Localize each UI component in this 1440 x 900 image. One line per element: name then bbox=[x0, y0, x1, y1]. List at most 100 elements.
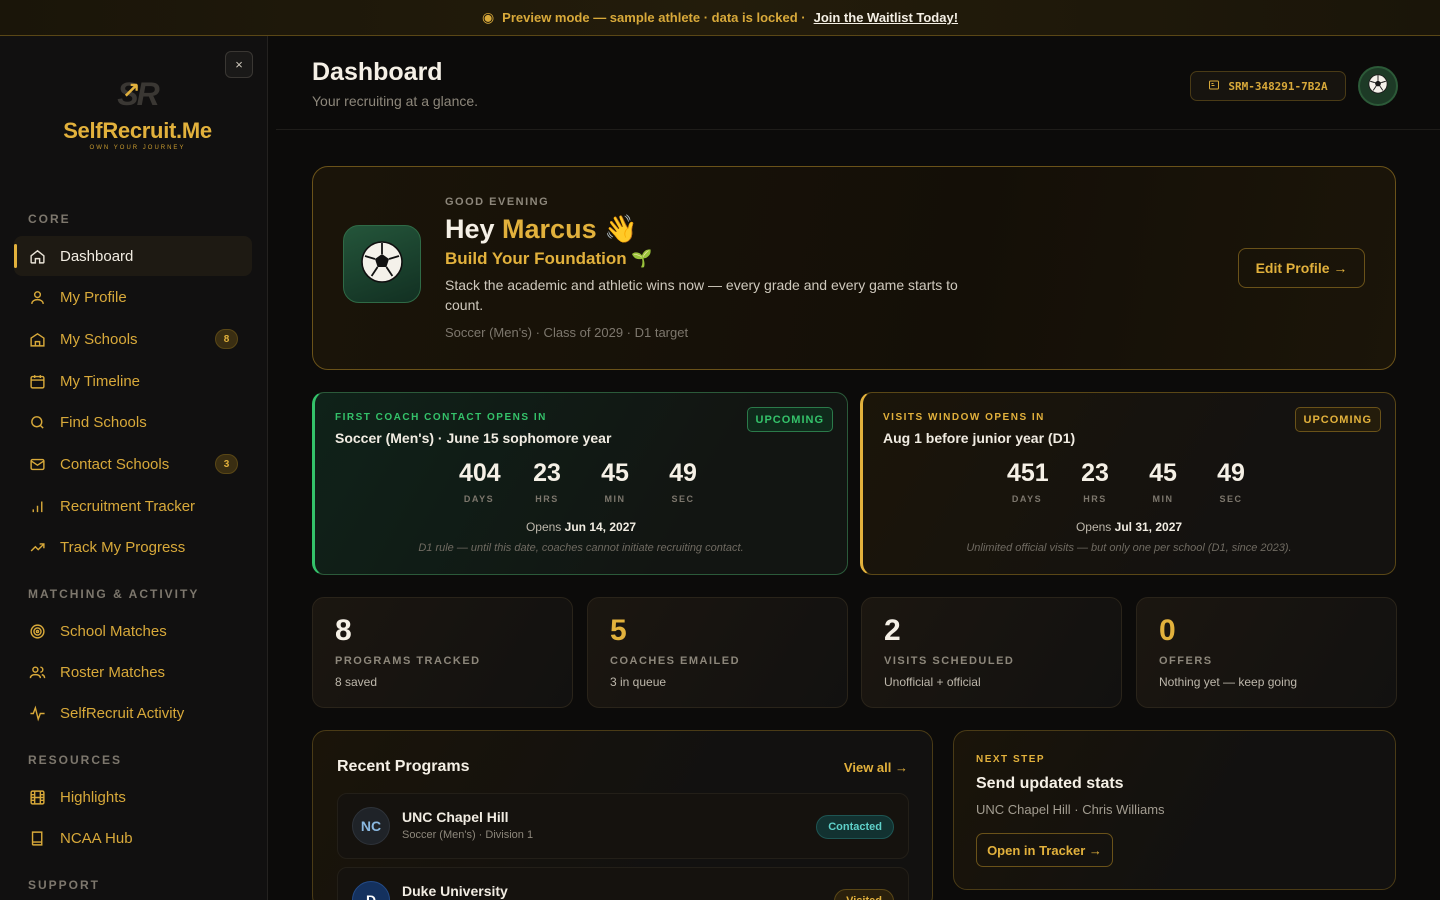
target-icon bbox=[28, 623, 46, 640]
recent-programs-title: Recent Programs bbox=[337, 758, 470, 775]
opens-date: Opens Jun 14, 2027 bbox=[525, 520, 637, 534]
view-all-link[interactable]: View all → bbox=[844, 760, 908, 775]
stat-value: 5 bbox=[610, 614, 627, 647]
soccer-ball-icon bbox=[1367, 73, 1389, 100]
stat-sub: 3 in queue bbox=[610, 675, 667, 689]
countdown-days: 451 DAYS bbox=[1007, 459, 1049, 504]
stat-programs-tracked[interactable]: 8 PROGRAMS TRACKED 8 saved bbox=[312, 597, 573, 708]
calendar-icon bbox=[28, 373, 46, 390]
sidebar-item-my-profile[interactable]: My Profile bbox=[14, 277, 252, 317]
stat-label: VISITS SCHEDULED bbox=[884, 655, 1015, 667]
countdown-hours: 23 HRS bbox=[533, 459, 561, 504]
sidebar-item-school-matches[interactable]: School Matches bbox=[14, 611, 252, 651]
sidebar-item-roster-matches[interactable]: Roster Matches bbox=[14, 652, 252, 692]
visits-window-countdown: VISITS WINDOW OPENS IN Aug 1 before juni… bbox=[860, 392, 1396, 575]
sidebar-item-find-schools[interactable]: Find Schools bbox=[14, 402, 252, 442]
section-support: SUPPORT bbox=[28, 878, 101, 892]
stat-label: COACHES EMAILED bbox=[610, 655, 741, 667]
close-sidebar-button[interactable]: × bbox=[225, 51, 253, 78]
status-badge: UPCOMING bbox=[1294, 407, 1381, 432]
brand-name: SelfRecruit.Me bbox=[63, 118, 212, 143]
program-name: Duke University bbox=[402, 883, 508, 899]
countdown-seconds: 49 SEC bbox=[669, 459, 697, 504]
table-row[interactable]: D Duke University Visited bbox=[337, 867, 909, 900]
stat-coaches-emailed[interactable]: 5 COACHES EMAILED 3 in queue bbox=[587, 597, 848, 708]
countdown-days: 404 DAYS bbox=[459, 459, 501, 504]
sidebar-item-my-schools[interactable]: My Schools 8 bbox=[14, 319, 252, 359]
brand-logo[interactable]: SR ↗ SelfRecruit.Me OWN YOUR JOURNEY bbox=[40, 76, 235, 160]
section-matching: MATCHING & ACTIVITY bbox=[28, 587, 200, 601]
sidebar-item-ncaa-hub[interactable]: NCAA Hub bbox=[14, 818, 252, 858]
runner-arrow-icon: ↗ bbox=[122, 78, 140, 103]
page-subtitle: Your recruiting at a glance. bbox=[312, 93, 479, 109]
countdown-minutes: 45 MIN bbox=[1149, 459, 1177, 504]
waitlist-link[interactable]: Join the Waitlist Today! bbox=[814, 10, 958, 25]
next-step-card: NEXT STEP Send updated stats UNC Chapel … bbox=[953, 730, 1396, 890]
pulse-icon bbox=[28, 704, 46, 722]
stat-label: OFFERS bbox=[1159, 655, 1213, 667]
section-core: CORE bbox=[28, 212, 71, 226]
brand-tagline: OWN YOUR JOURNEY bbox=[89, 145, 186, 151]
status-badge: Visited bbox=[834, 889, 894, 900]
user-avatar-button[interactable] bbox=[1358, 66, 1398, 106]
home-icon bbox=[28, 248, 46, 265]
welcome-card: GOOD EVENING Hey Marcus 👋 Build Your Fou… bbox=[312, 166, 1396, 370]
contact-count-badge: 3 bbox=[215, 454, 238, 474]
status-badge: UPCOMING bbox=[746, 407, 833, 432]
wave-icon: 👋 bbox=[604, 214, 638, 244]
next-step-label: NEXT STEP bbox=[976, 754, 1046, 765]
stat-value: 2 bbox=[884, 614, 901, 647]
trend-icon bbox=[28, 539, 46, 556]
greeting-label: GOOD EVENING bbox=[445, 196, 550, 208]
recruiting-stage: Build Your Foundation 🌱 bbox=[445, 249, 653, 268]
schools-count-badge: 8 bbox=[215, 329, 238, 349]
countdown-label: FIRST COACH CONTACT OPENS IN bbox=[335, 412, 547, 423]
status-badge: Contacted bbox=[816, 815, 894, 839]
athlete-id-chip[interactable]: SRM-348291-7B2A bbox=[1190, 71, 1346, 101]
sidebar-item-selfrecruit-activity[interactable]: SelfRecruit Activity bbox=[14, 693, 252, 733]
stat-offers[interactable]: 0 OFFERS Nothing yet — keep going bbox=[1136, 597, 1397, 708]
sidebar-item-highlights[interactable]: Highlights bbox=[14, 777, 252, 817]
stat-visits-scheduled[interactable]: 2 VISITS SCHEDULED Unofficial + official bbox=[861, 597, 1122, 708]
open-in-tracker-button[interactable]: Open in Tracker → bbox=[976, 833, 1113, 867]
coach-contact-countdown: FIRST COACH CONTACT OPENS IN Soccer (Men… bbox=[312, 392, 848, 575]
header-divider bbox=[276, 129, 1440, 130]
film-icon bbox=[28, 789, 46, 806]
sidebar-item-recruitment-tracker[interactable]: Recruitment Tracker bbox=[14, 486, 252, 526]
user-icon bbox=[28, 289, 46, 306]
soccer-ball-icon bbox=[358, 238, 406, 291]
sidebar-item-dashboard[interactable]: Dashboard bbox=[14, 236, 252, 276]
edit-profile-button[interactable]: Edit Profile → bbox=[1238, 248, 1365, 288]
stage-description: Stack the academic and athletic wins now… bbox=[445, 277, 958, 313]
search-icon bbox=[28, 414, 46, 431]
countdown-hours: 23 HRS bbox=[1081, 459, 1109, 504]
table-row[interactable]: NC UNC Chapel Hill Soccer (Men's) · Divi… bbox=[337, 793, 909, 859]
id-card-icon bbox=[1208, 79, 1220, 94]
page-title: Dashboard bbox=[312, 58, 443, 86]
greeting-heading: Hey Marcus 👋 bbox=[445, 214, 638, 244]
sidebar-item-track-my-progress[interactable]: Track My Progress bbox=[14, 527, 252, 567]
mail-icon bbox=[28, 456, 46, 473]
sidebar-item-contact-schools[interactable]: Contact Schools 3 bbox=[14, 444, 252, 484]
sprout-icon: 🌱 bbox=[631, 249, 653, 268]
stat-value: 8 bbox=[335, 614, 352, 647]
countdown-note: Unlimited official visits — but only one… bbox=[966, 542, 1292, 554]
book-icon bbox=[28, 830, 46, 847]
sidebar-item-my-timeline[interactable]: My Timeline bbox=[14, 361, 252, 401]
countdown-seconds: 49 SEC bbox=[1217, 459, 1245, 504]
countdown-note: D1 rule — until this date, coaches canno… bbox=[418, 542, 744, 554]
school-logo: D bbox=[352, 881, 390, 900]
next-step-subtitle: UNC Chapel Hill · Chris Williams bbox=[976, 802, 1165, 817]
countdown-minutes: 45 MIN bbox=[601, 459, 629, 504]
countdown-timer: 451 DAYS 23 HRS 45 MIN 49 SEC bbox=[863, 459, 1395, 504]
school-logo: NC bbox=[352, 807, 390, 845]
countdown-label: VISITS WINDOW OPENS IN bbox=[883, 412, 1045, 423]
stat-sub: 8 saved bbox=[335, 675, 378, 689]
brand-monogram: SR ↗ bbox=[117, 76, 159, 112]
stat-label: PROGRAMS TRACKED bbox=[335, 655, 481, 667]
program-name: UNC Chapel Hill bbox=[402, 809, 509, 825]
eye-icon: ◉ bbox=[481, 9, 495, 25]
stat-sub: Nothing yet — keep going bbox=[1159, 675, 1298, 689]
stat-value: 0 bbox=[1159, 614, 1176, 647]
athlete-avatar bbox=[343, 225, 421, 303]
